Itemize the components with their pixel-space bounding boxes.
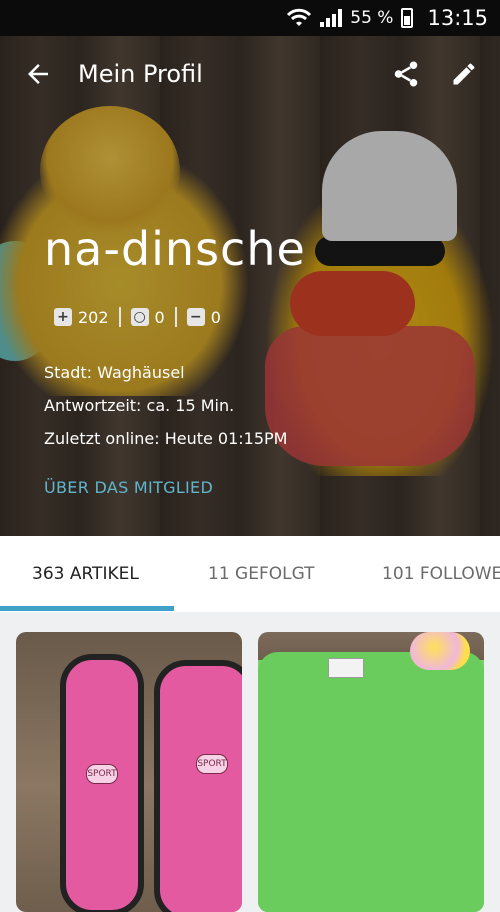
status-time: 13:15: [427, 6, 488, 30]
edit-pencil-icon: [453, 63, 475, 85]
shoe-badge: SPORT: [196, 754, 228, 774]
stat-neutral: ○ 0: [130, 307, 165, 327]
item-card-pink-shoes[interactable]: SPORT SPORT: [16, 632, 242, 912]
status-bar-right: 55 % 13:15: [286, 0, 488, 36]
rating-negative-icon: −: [186, 308, 205, 326]
edit-button[interactable]: [442, 52, 486, 96]
stat-divider: [118, 307, 121, 327]
page-title: Mein Profil: [78, 60, 203, 88]
item-card-green-shirt[interactable]: [258, 632, 484, 912]
battery-percent: 55 %: [350, 8, 394, 28]
share-icon: [394, 61, 418, 87]
signal-icon: [320, 9, 343, 27]
tab-following[interactable]: 11 GEFOLGT: [208, 536, 315, 612]
shoe-badge: SPORT: [86, 764, 118, 784]
stat-negative: − 0: [186, 307, 221, 327]
stat-positive: + 202: [54, 308, 109, 327]
shoe-right: [154, 660, 242, 912]
back-button[interactable]: [16, 52, 60, 96]
items-grid: SPORT SPORT: [0, 612, 500, 912]
plus-badge-icon: +: [54, 308, 72, 326]
profile-response-time: Antwortzeit: ca. 15 Min.: [44, 396, 235, 415]
tab-articles[interactable]: 363 ARTIKEL: [32, 536, 139, 612]
active-tab-indicator: [0, 606, 174, 611]
back-arrow-icon: [28, 64, 48, 84]
tab-followers[interactable]: 101 FOLLOWER: [382, 536, 500, 612]
toy-in-photo: [410, 632, 470, 670]
rating-neutral-icon: ○: [130, 308, 149, 326]
profile-username: na-dinsche: [44, 222, 306, 276]
stat-neutral-value: 0: [154, 307, 165, 327]
stat-positive-value: 202: [78, 307, 109, 327]
stat-divider: [174, 307, 177, 327]
profile-stats: + 202 ○ 0 − 0: [54, 307, 221, 327]
about-member-link[interactable]: ÜBER DAS MITGLIED: [44, 478, 213, 497]
shirt-body: [258, 652, 484, 912]
share-button[interactable]: [384, 52, 428, 96]
battery-icon: [401, 8, 414, 28]
stat-negative-value: 0: [210, 307, 221, 327]
app-bar: Mein Profil: [0, 36, 500, 112]
wifi-icon: [287, 8, 312, 26]
shirt-tag: [328, 658, 364, 678]
status-bar: 55 % 13:15: [0, 0, 500, 36]
profile-last-online: Zuletzt online: Heute 01:15PM: [44, 429, 288, 448]
profile-tabs: 363 ARTIKEL 11 GEFOLGT 101 FOLLOWER: [0, 536, 500, 613]
profile-city: Stadt: Waghäusel: [44, 363, 185, 382]
